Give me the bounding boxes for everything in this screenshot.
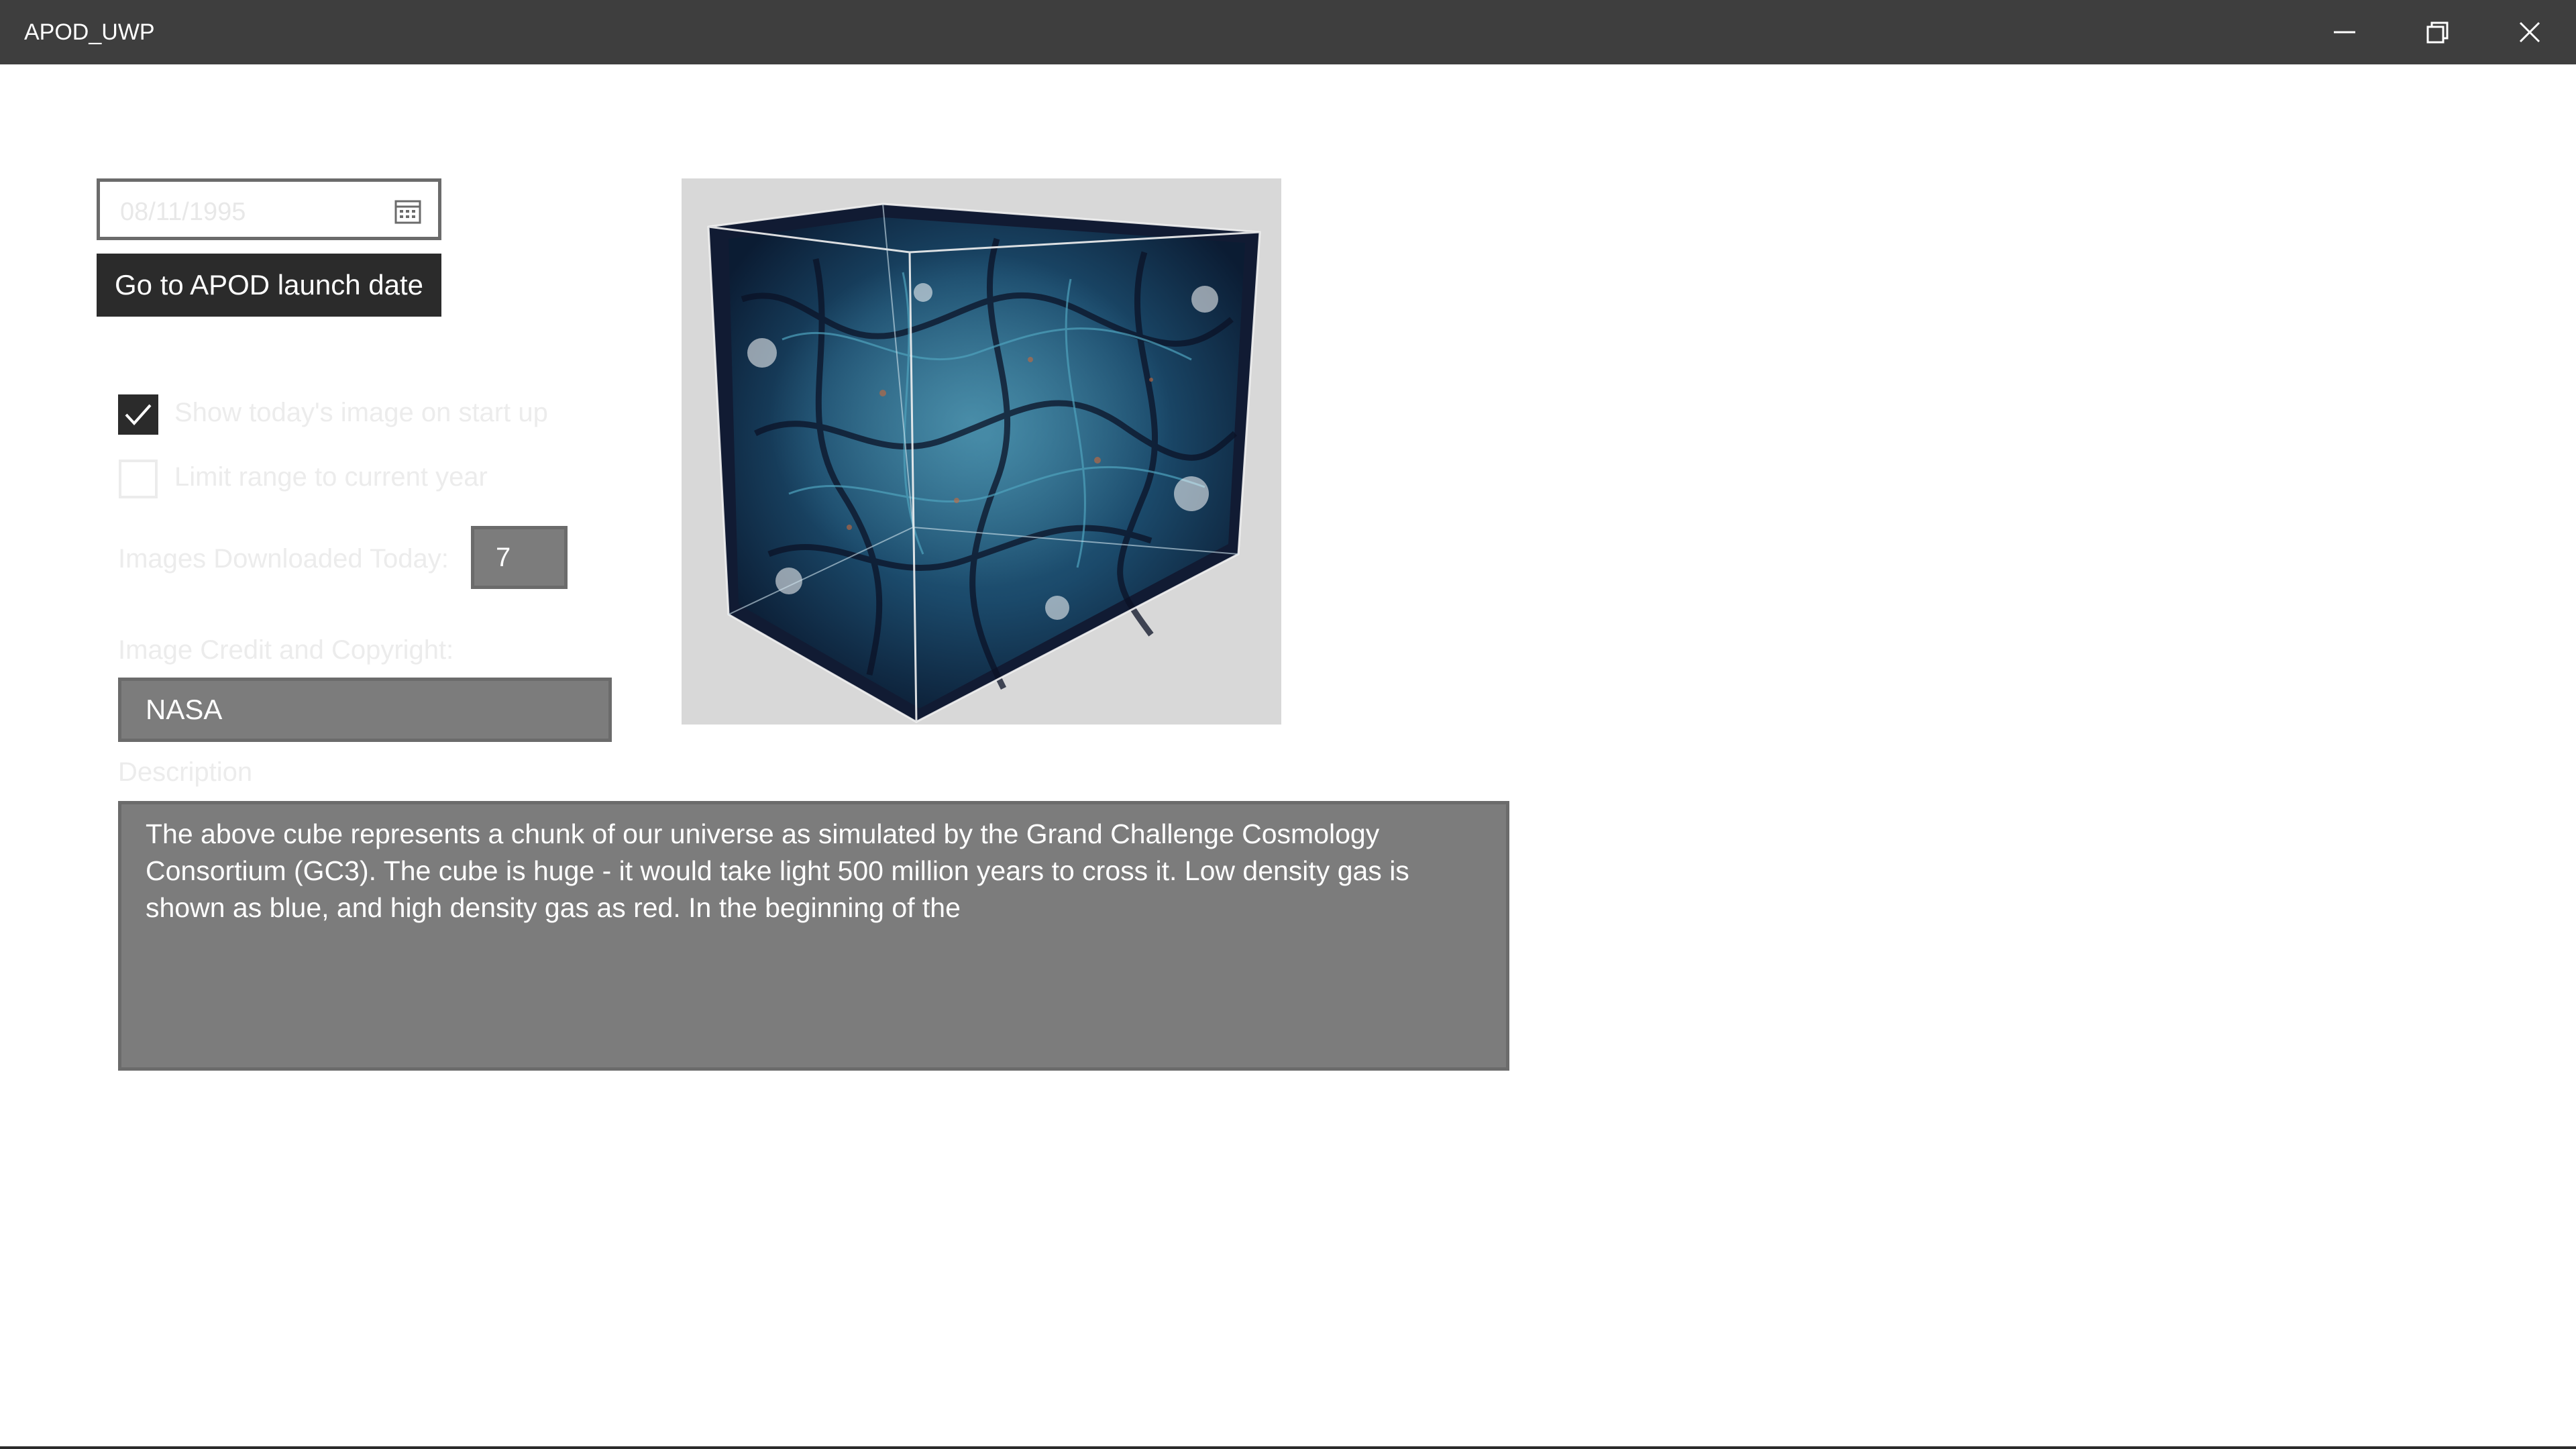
show-today-label: Show today's image on start up [174, 398, 548, 427]
checkmark-icon [125, 404, 152, 425]
show-today-checkbox[interactable] [118, 394, 158, 435]
images-downloaded-label: Images Downloaded Today: [118, 544, 449, 574]
restore-icon [2426, 21, 2449, 44]
apod-image [682, 178, 1281, 724]
apod-launch-date-button[interactable]: Go to APOD launch date [97, 254, 441, 317]
close-icon [2519, 21, 2540, 43]
date-picker[interactable]: 08/11/1995 [97, 178, 441, 240]
restore-button[interactable] [2391, 0, 2483, 64]
app-window: APOD_UWP 08/11/1995 Go to APOD launch da… [0, 0, 2576, 1449]
calendar-icon[interactable] [394, 198, 422, 225]
cosmology-cube-picture [682, 178, 1281, 724]
images-downloaded-field[interactable]: 7 [471, 526, 568, 589]
limit-range-label: Limit range to current year [174, 462, 488, 492]
description-label: Description [118, 757, 253, 787]
limit-range-checkbox[interactable] [118, 459, 158, 499]
date-value: 08/11/1995 [120, 198, 246, 226]
checkbox-empty-icon [119, 460, 158, 498]
window-bottom-border [0, 1446, 2576, 1449]
title-bar[interactable]: APOD_UWP [0, 0, 2576, 64]
minimize-button[interactable] [2298, 0, 2391, 64]
description-textbox[interactable]: The above cube represents a chunk of our… [118, 801, 1509, 1071]
image-credit-field[interactable]: NASA [118, 678, 612, 742]
close-button[interactable] [2483, 0, 2576, 64]
app-title: APOD_UWP [24, 19, 155, 45]
minimize-icon [2334, 31, 2355, 34]
image-credit-label: Image Credit and Copyright: [118, 635, 454, 665]
